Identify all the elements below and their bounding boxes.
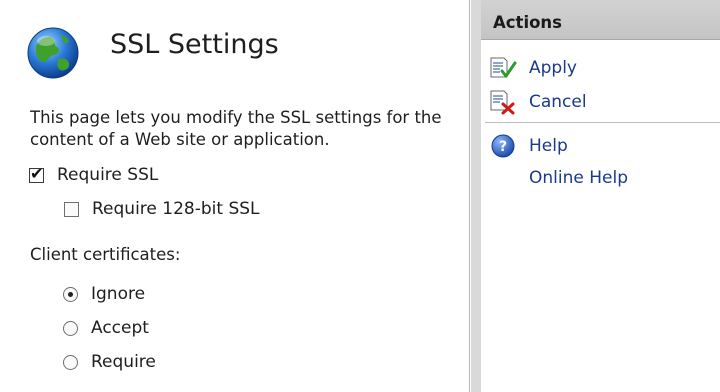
cancel-action[interactable]: Cancel <box>489 89 587 115</box>
require-label: Require <box>91 352 156 372</box>
svg-text:?: ? <box>499 139 507 155</box>
client-cert-accept-radio[interactable]: Accept <box>63 318 149 338</box>
apply-action[interactable]: Apply <box>489 55 577 81</box>
client-certificates-label: Client certificates: <box>30 245 181 264</box>
require-128bit-check-box[interactable] <box>64 201 79 217</box>
require-ssl-checkbox[interactable]: ✔ Require SSL <box>29 163 159 185</box>
help-icon: ? <box>489 133 517 159</box>
pane-splitter[interactable] <box>471 0 481 392</box>
online-help-action[interactable]: Online Help <box>489 168 628 188</box>
require-128bit-ssl-label: Require 128-bit SSL <box>92 199 260 219</box>
help-action[interactable]: ? Help <box>489 133 568 159</box>
require-ssl-check-box[interactable]: ✔ <box>29 163 44 183</box>
actions-divider <box>485 122 720 123</box>
checkmark-icon: ✔ <box>30 163 44 183</box>
cancel-icon <box>489 89 517 115</box>
main-panel: SSL Settings This page lets you modify t… <box>0 0 470 392</box>
accept-radio-button[interactable] <box>63 320 78 336</box>
actions-header: Actions <box>481 0 720 40</box>
actions-pane: Actions Apply Cancel ? Help Online Help <box>481 0 720 392</box>
globe-icon <box>26 26 80 80</box>
require-ssl-label: Require SSL <box>57 165 159 185</box>
page-description: This page lets you modify the SSL settin… <box>30 108 442 149</box>
ignore-label: Ignore <box>91 284 146 304</box>
page-title: SSL Settings <box>110 29 279 60</box>
require-radio-button[interactable] <box>63 354 78 370</box>
client-cert-require-radio[interactable]: Require <box>63 352 156 372</box>
require-128bit-ssl-checkbox[interactable]: Require 128-bit SSL <box>64 199 260 219</box>
online-help-label[interactable]: Online Help <box>529 168 628 188</box>
cancel-label[interactable]: Cancel <box>529 92 587 112</box>
ignore-radio-button[interactable] <box>63 286 78 302</box>
apply-icon <box>489 55 517 81</box>
radio-selected-dot <box>68 291 73 297</box>
client-cert-ignore-radio[interactable]: Ignore <box>63 284 145 304</box>
accept-label: Accept <box>91 318 149 338</box>
help-label[interactable]: Help <box>529 136 568 156</box>
apply-label[interactable]: Apply <box>529 58 577 78</box>
